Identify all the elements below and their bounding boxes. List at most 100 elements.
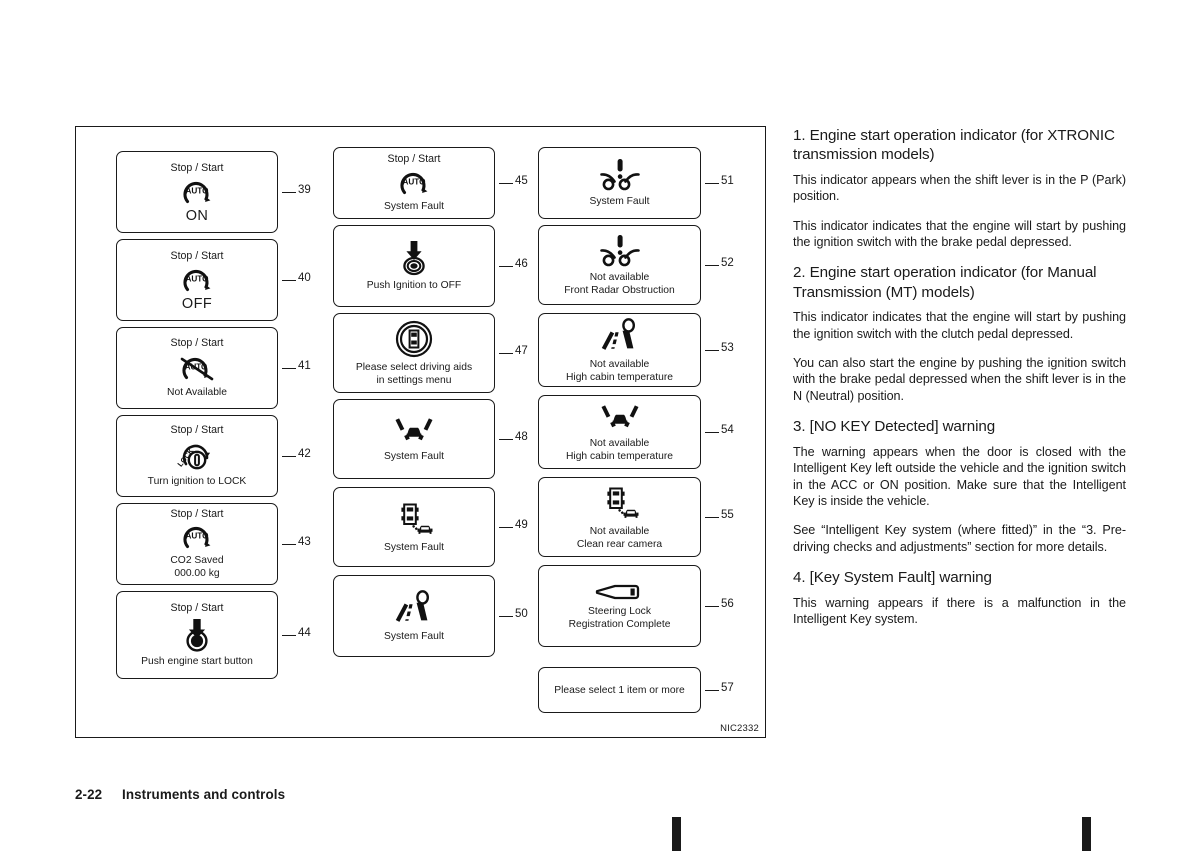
- screen-body: Push Ignition to OFF: [333, 225, 495, 307]
- front-radar-icon: [594, 233, 646, 269]
- paragraph-2: This indicator indicates that the engine…: [793, 218, 1126, 250]
- auto-stop-start-icon: AUTO: [177, 265, 217, 295]
- leader-line-54: [705, 432, 719, 434]
- screen-body: Please select 1 item or more: [538, 667, 701, 713]
- leader-line-56: [705, 606, 719, 608]
- screen-body: System Fault: [333, 575, 495, 657]
- screen-header: Stop / Start: [170, 250, 224, 262]
- auto-stop-start-icon: AUTO: [177, 522, 217, 552]
- rear-cross-traffic-icon: [597, 483, 643, 523]
- driving-aids-icon: [394, 319, 434, 359]
- auto-stop-start-icon: AUTO: [177, 177, 217, 207]
- screen-header: Stop / Start: [170, 337, 224, 349]
- leader-line-44: [282, 635, 296, 637]
- screen-caption: System Fault: [383, 200, 445, 212]
- leader-line-50: [499, 616, 513, 618]
- paragraph-3: This indicator indicates that the engine…: [793, 310, 1126, 341]
- callout-number-55: 55: [721, 509, 734, 521]
- rear-cross-traffic-icon: [391, 499, 437, 539]
- screen-caption: Not available High cabin temperature: [565, 359, 674, 383]
- callout-number-44: 44: [298, 627, 311, 639]
- screen-caption: Push Ignition to OFF: [366, 280, 462, 292]
- display-screen-52: Not available Front Radar Obstruction: [538, 225, 701, 305]
- heading-1: 1. Engine start operation indicator (for…: [793, 127, 1115, 164]
- push-start-button-icon: [179, 617, 215, 653]
- display-screen-46: Push Ignition to OFF: [333, 225, 495, 307]
- display-screen-48: System Fault: [333, 399, 495, 479]
- figure-panel: Stop / Start AUTO ON 39 Stop / Start AUTO …: [75, 126, 766, 738]
- screen-body: Not available High cabin temperature: [538, 313, 701, 387]
- screen-header: Stop / Start: [170, 602, 224, 614]
- screen-caption: System Fault: [383, 451, 445, 463]
- body-text-column: 1. Engine start operation indicator (for…: [793, 126, 1126, 641]
- screen-body: Stop / Start LOCK Turn ignition to LOCK: [116, 415, 278, 497]
- callout-number-51: 51: [721, 175, 734, 187]
- callout-number-53: 53: [721, 342, 734, 354]
- screen-caption: Turn ignition to LOCK: [147, 475, 247, 487]
- screen-body: Not available High cabin temperature: [538, 395, 701, 469]
- svg-text:AUTO: AUTO: [185, 274, 209, 283]
- screen-caption: Not Available: [167, 386, 227, 398]
- screen-caption: System Fault: [383, 631, 445, 643]
- lane-departure-icon: [390, 414, 438, 448]
- leader-line-45: [499, 183, 513, 185]
- display-screen-50: System Fault: [333, 575, 495, 657]
- screen-caption: ON: [185, 207, 209, 224]
- paragraph-6: See “Intelligent Key system (where fitte…: [793, 523, 1126, 554]
- figure-code: NIC2332: [720, 723, 759, 734]
- page-footer: 2-22 Instruments and controls: [75, 787, 285, 802]
- screen-caption: Push engine start button: [141, 655, 253, 667]
- display-screen-56: Steering Lock Registration Complete: [538, 565, 701, 647]
- paragraph-4: You can also start the engine by pushing…: [793, 356, 1126, 403]
- auto-stop-start-icon: AUTO: [394, 168, 434, 198]
- pedestrian-road-icon: [391, 588, 437, 628]
- heading-3: 3. [NO KEY Detected] warning: [793, 418, 996, 436]
- leader-line-52: [705, 265, 719, 267]
- screen-body: Stop / Start AUTO OFF: [116, 239, 278, 321]
- callout-number-47: 47: [515, 345, 528, 357]
- manual-page: Stop / Start AUTO ON 39 Stop / Start AUTO …: [0, 0, 1200, 851]
- pedestrian-road-icon: [597, 316, 643, 356]
- leader-line-42: [282, 456, 296, 458]
- screen-caption: System Fault: [589, 196, 650, 208]
- leader-line-57: [705, 690, 719, 692]
- crop-mark-left: [672, 817, 681, 851]
- callout-number-57: 57: [721, 682, 734, 694]
- section-title: Instruments and controls: [122, 787, 286, 802]
- display-screen-47: Please select driving aids in settings m…: [333, 313, 495, 393]
- screen-caption: Steering Lock Registration Complete: [568, 606, 671, 630]
- callout-number-46: 46: [515, 258, 528, 270]
- callout-number-39: 39: [298, 184, 311, 196]
- front-radar-icon: [594, 157, 646, 193]
- paragraph-7: This warning appears if there is a malfu…: [793, 595, 1126, 626]
- display-screen-55: Not available Clean rear camera: [538, 477, 701, 557]
- display-screen-40: Stop / Start AUTO OFF: [116, 239, 278, 321]
- display-screen-42: Stop / Start LOCK Turn ignition to LOCK: [116, 415, 278, 497]
- leader-line-55: [705, 517, 719, 519]
- screen-body: Not available Clean rear camera: [538, 477, 701, 557]
- screen-caption: Not available Clean rear camera: [576, 526, 663, 550]
- leader-line-43: [282, 544, 296, 546]
- callout-number-50: 50: [515, 608, 528, 620]
- screen-caption: Please select driving aids in settings m…: [355, 362, 473, 386]
- callout-number-48: 48: [515, 431, 528, 443]
- display-screen-53: Not available High cabin temperature: [538, 313, 701, 387]
- screen-body: Stop / Start AUTO ON: [116, 151, 278, 233]
- screen-header: Stop / Start: [170, 507, 224, 520]
- heading-4: 4. [Key System Fault] warning: [793, 569, 992, 587]
- screen-caption: Not available Front Radar Obstruction: [564, 272, 675, 296]
- callout-number-49: 49: [515, 519, 528, 531]
- push-ignition-off-icon: [396, 239, 432, 277]
- leader-line-41: [282, 368, 296, 370]
- screen-body: System Fault: [333, 399, 495, 479]
- page-number: 2-22: [75, 787, 103, 802]
- leader-line-51: [705, 183, 719, 185]
- leader-line-49: [499, 527, 513, 529]
- screen-body: Stop / Start Push engine start button: [116, 591, 278, 679]
- leader-line-47: [499, 353, 513, 355]
- screen-body: System Fault: [333, 487, 495, 567]
- screen-caption: CO2 Saved 000.00 kg: [170, 555, 224, 579]
- callout-number-56: 56: [721, 598, 734, 610]
- screen-body: Stop / Start AUTO System Fault: [333, 147, 495, 219]
- screen-body: Please select driving aids in settings m…: [333, 313, 495, 393]
